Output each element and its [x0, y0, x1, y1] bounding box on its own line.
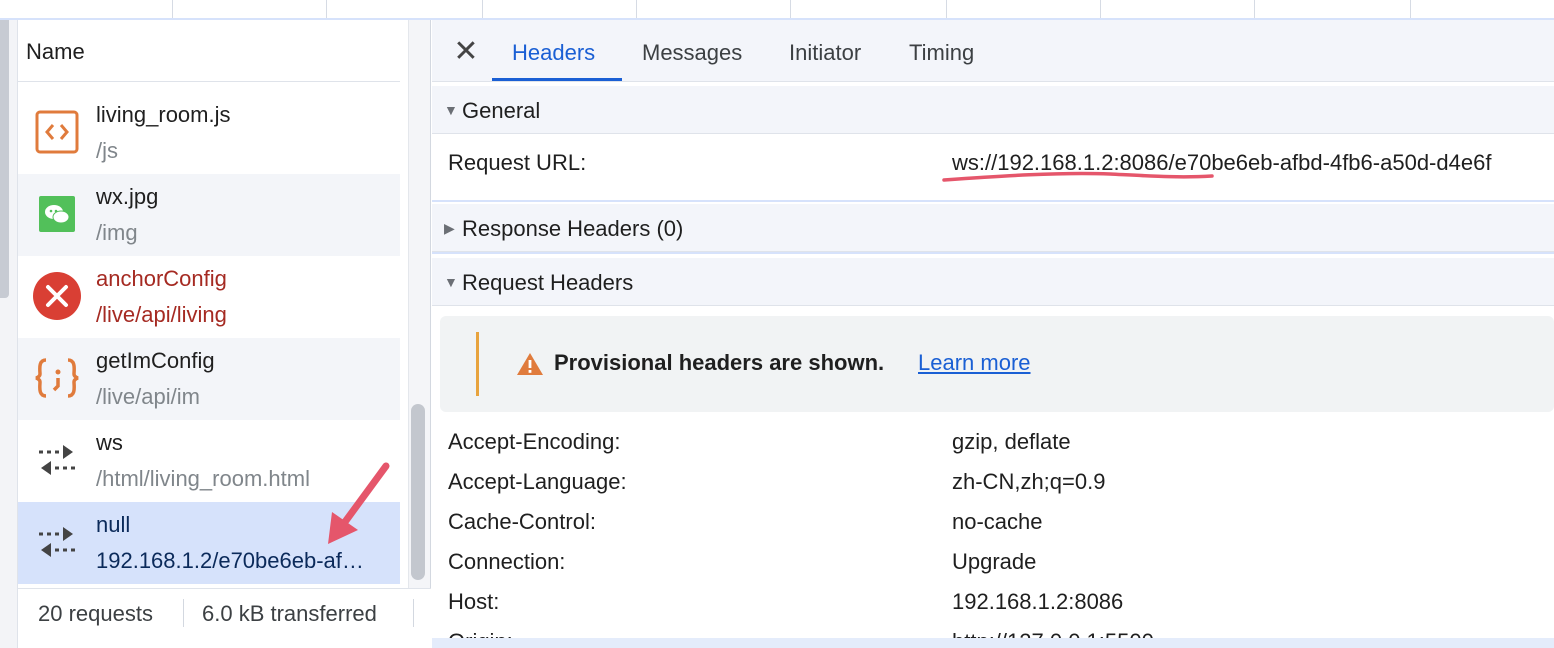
request-details-panel: ✕ Headers Messages Initiator Timing ▼ Ge…	[432, 20, 1554, 648]
provisional-headers-warning: Provisional headers are shown. Learn mor…	[440, 316, 1554, 412]
header-value: zh-CN,zh;q=0.9	[952, 469, 1106, 494]
panel-bottom-edge	[432, 638, 1554, 648]
network-status-bar: 20 requests 6.0 kB transferred	[18, 588, 431, 648]
request-path: /live/api/living	[96, 302, 227, 327]
json-braces-icon	[32, 353, 82, 403]
request-row-living-room-js[interactable]: living_room.js /js	[18, 92, 400, 174]
header-value: gzip, deflate	[952, 429, 1071, 454]
websocket-icon	[32, 435, 82, 485]
header-key: Host:	[448, 589, 500, 614]
request-path: 192.168.1.2/e70be6eb-af…	[96, 548, 364, 573]
header-key: Accept-Language:	[448, 469, 627, 494]
details-tabbar: ✕ Headers Messages Initiator Timing	[432, 20, 1554, 82]
outer-scrollbar[interactable]	[0, 0, 18, 648]
request-list-scrollbar[interactable]	[408, 20, 430, 588]
expanded-triangle-icon: ▼	[444, 102, 458, 118]
request-path: /live/api/im	[96, 384, 200, 409]
tab-initiator[interactable]: Initiator	[789, 40, 861, 66]
url-underline-annotation	[942, 171, 1214, 182]
request-count: 20 requests	[38, 601, 153, 626]
request-url-label: Request URL:	[448, 150, 587, 175]
request-list-panel: Name living_room.js /js wx.jpg /img anch…	[18, 20, 431, 648]
status-divider	[413, 599, 414, 627]
request-path: /js	[96, 138, 118, 163]
expanded-triangle-icon: ▼	[444, 274, 458, 290]
response-headers-section-header[interactable]: ▶ Response Headers (0)	[432, 204, 1554, 252]
request-name: anchorConfig	[96, 266, 227, 291]
warning-text: Provisional headers are shown.	[554, 350, 885, 375]
warning-accent-bar	[476, 332, 479, 396]
header-value: 192.168.1.2:8086	[952, 589, 1124, 614]
request-row-get-im-config[interactable]: getImConfig /live/api/im	[18, 338, 400, 420]
request-path: /img	[96, 220, 138, 245]
active-tab-indicator	[492, 78, 622, 81]
header-key: Accept-Encoding:	[448, 429, 621, 454]
response-headers-title: Response Headers (0)	[462, 216, 684, 241]
header-key: Connection:	[448, 549, 566, 574]
tab-messages[interactable]: Messages	[642, 40, 742, 66]
header-value: Upgrade	[952, 549, 1037, 574]
annotation-arrow	[328, 462, 390, 544]
script-file-icon	[32, 107, 82, 157]
learn-more-link[interactable]: Learn more	[918, 350, 1031, 376]
request-list-scroll-thumb[interactable]	[411, 404, 425, 580]
wechat-image-icon	[32, 189, 82, 239]
warning-triangle-icon	[517, 353, 543, 375]
error-icon	[32, 271, 82, 321]
general-title: General	[462, 98, 541, 123]
section-divider	[432, 200, 1554, 202]
request-name: living_room.js	[96, 102, 231, 127]
request-row-wx-jpg[interactable]: wx.jpg /img	[18, 174, 400, 256]
status-divider	[183, 599, 184, 627]
request-row-anchor-config[interactable]: anchorConfig /live/api/living	[18, 256, 400, 338]
header-key: Cache-Control:	[448, 509, 596, 534]
name-column-header[interactable]: Name	[18, 20, 400, 82]
general-section-header[interactable]: ▼ General	[432, 86, 1554, 134]
request-name: null	[96, 512, 131, 537]
waterfall-header	[0, 0, 1554, 20]
name-column-label: Name	[26, 39, 85, 64]
request-headers-title: Request Headers	[462, 270, 634, 295]
close-icon[interactable]: ✕	[450, 36, 482, 68]
request-headers-section-header[interactable]: ▼ Request Headers	[432, 258, 1554, 306]
collapsed-triangle-icon: ▶	[444, 220, 455, 236]
tab-headers[interactable]: Headers	[512, 40, 595, 66]
tab-timing[interactable]: Timing	[909, 40, 974, 66]
request-name: wx.jpg	[96, 184, 159, 209]
websocket-icon	[32, 517, 82, 567]
outer-scroll-thumb[interactable]	[0, 0, 9, 298]
section-divider	[432, 252, 1554, 254]
header-value: no-cache	[952, 509, 1043, 534]
request-name: ws	[96, 430, 123, 455]
request-name: getImConfig	[96, 348, 215, 373]
transferred-size: 6.0 kB transferred	[202, 601, 377, 626]
